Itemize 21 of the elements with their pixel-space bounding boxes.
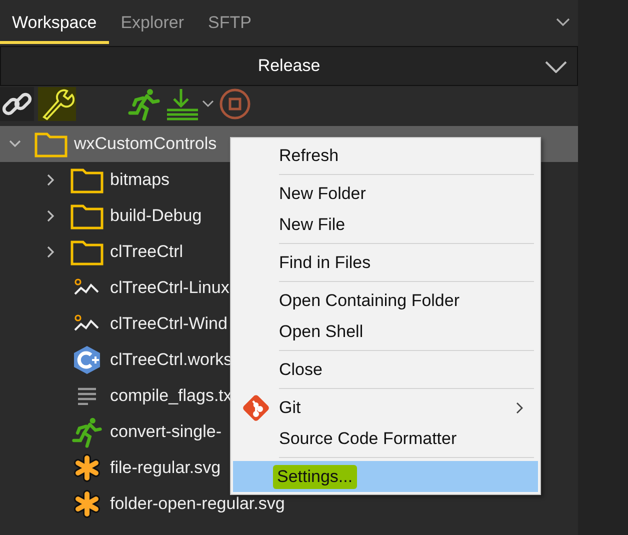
menu-label: New File — [279, 214, 346, 234]
tree-label: convert-single- — [110, 422, 222, 442]
tree-label: bitmaps — [110, 170, 170, 190]
menu-label: New Folder — [279, 184, 366, 204]
menu-label: Refresh — [279, 146, 339, 166]
menu-label: Open Shell — [279, 322, 364, 342]
tree-label: wxCustomControls — [74, 134, 217, 154]
menu-label: Open Containing Folder — [279, 290, 460, 310]
tree-label: clTreeCtrl-Wind — [110, 314, 228, 334]
menu-label: Close — [279, 360, 322, 380]
tree-label: clTreeCtrl — [110, 242, 184, 262]
tree-label: folder-open-regular.svg — [110, 494, 285, 514]
tree-label: clTreeCtrl.works — [110, 350, 232, 370]
tree-label: file-regular.svg — [110, 458, 221, 478]
menu-label: Source Code Formatter — [279, 428, 457, 448]
tree-label: build-Debug — [110, 206, 202, 226]
menu-label: Git — [279, 398, 301, 418]
menu-label: Settings... — [273, 464, 357, 488]
tree-label: clTreeCtrl-Linux — [110, 278, 230, 298]
menu-label: Find in Files — [279, 252, 371, 272]
tree-label: compile_flags.tx — [110, 386, 232, 406]
